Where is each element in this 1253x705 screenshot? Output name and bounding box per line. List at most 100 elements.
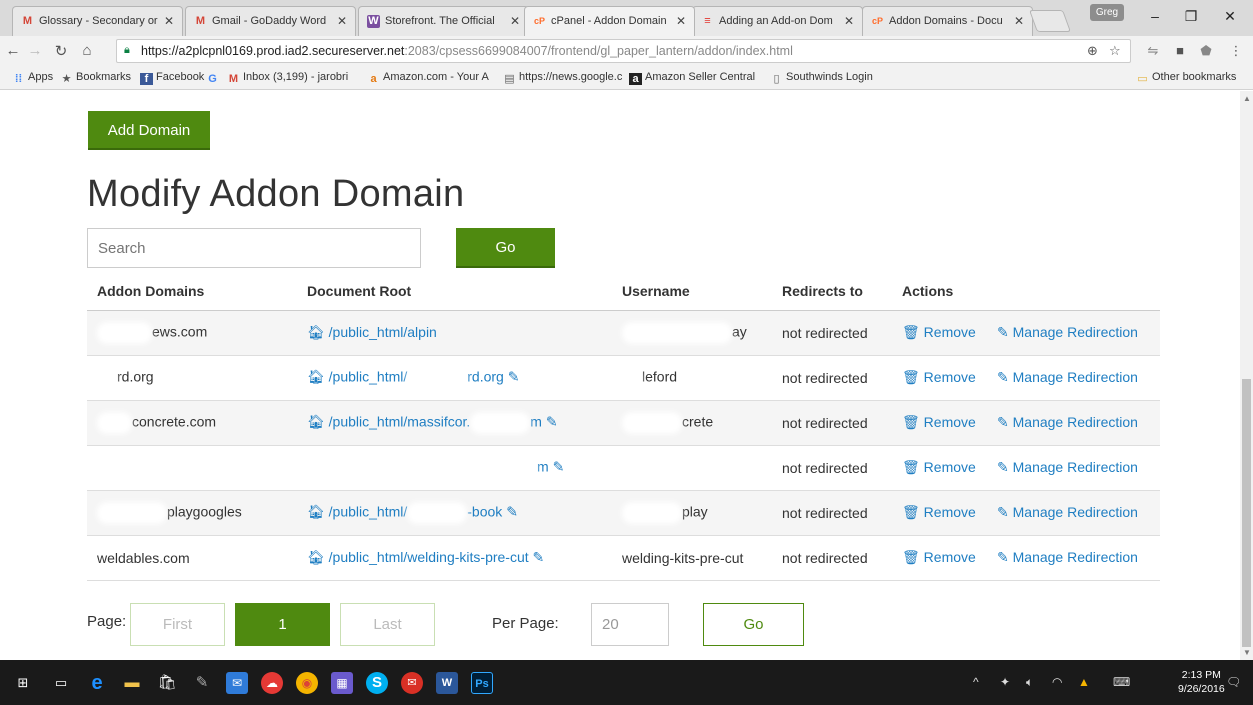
google-drive-icon[interactable]: ▲ — [1078, 675, 1090, 689]
manage-redirection-link[interactable]: Manage Redirection — [1013, 369, 1138, 385]
edit-pencil-icon[interactable]: ✎ — [553, 458, 565, 474]
system-clock[interactable]: 2:13 PM 9/26/2016 — [1178, 668, 1225, 696]
pager-go-button[interactable]: Go — [703, 603, 804, 646]
manage-redirection-link[interactable]: Manage Redirection — [1013, 459, 1138, 475]
edit-pencil-icon[interactable]: ✎ — [546, 413, 558, 429]
app-grid-icon[interactable]: ▦ — [331, 672, 353, 694]
task-view-icon[interactable]: ▭ — [50, 672, 72, 694]
mail-client-icon[interactable]: ✉ — [401, 672, 423, 694]
document-root-cell[interactable]: 🏠︎ /public_html/ -book ✎ — [297, 490, 612, 536]
per-page-input[interactable] — [591, 603, 669, 646]
bookmark-star-icon[interactable]: ☆ — [1109, 43, 1121, 59]
browser-tab[interactable]: ≡ Adding an Add-on Dom ✕ — [692, 6, 863, 36]
skype-icon[interactable]: S — [366, 672, 388, 694]
remove-link[interactable]: Remove — [924, 459, 976, 475]
remove-action[interactable]: 🗑︎ Remove — [892, 445, 987, 491]
scroll-thumb[interactable] — [1242, 379, 1251, 647]
remove-action[interactable]: 🗑︎ Remove — [892, 400, 987, 446]
scroll-up-icon[interactable]: ▲ — [1243, 94, 1251, 103]
zoom-icon[interactable]: ⊕ — [1087, 43, 1098, 59]
remove-action[interactable]: 🗑︎ Remove — [892, 535, 987, 581]
remove-action[interactable]: 🗑︎ Remove — [892, 355, 987, 401]
edit-pencil-icon[interactable]: ✎ — [508, 368, 520, 384]
column-header[interactable]: Username — [612, 272, 772, 311]
document-root-tail[interactable]: m — [537, 458, 549, 474]
document-root-link[interactable]: /public_html/alpin — [329, 324, 437, 340]
store-icon[interactable]: 🛍︎ — [156, 672, 178, 694]
mail-app-icon[interactable]: ✉ — [226, 672, 248, 694]
tray-chevron-icon[interactable]: ^ — [973, 675, 979, 689]
document-root-tail[interactable]: rd.org — [467, 368, 504, 384]
remove-action[interactable]: 🗑︎ Remove — [892, 490, 987, 536]
close-icon[interactable]: ✕ — [676, 14, 686, 28]
close-icon[interactable]: ✕ — [510, 14, 520, 28]
restore-icon[interactable]: ❐ — [1181, 8, 1201, 25]
first-page-button[interactable]: First — [130, 603, 225, 646]
minimize-icon[interactable]: – — [1145, 8, 1165, 24]
remove-link[interactable]: Remove — [924, 369, 976, 385]
manage-redirection-action[interactable]: ✎ Manage Redirection — [987, 535, 1160, 581]
document-root-cell[interactable]: 🏠︎ /public_html/welding-kits-pre-cut ✎ — [297, 535, 612, 581]
home-icon[interactable]: ⌂ — [78, 42, 96, 59]
search-input[interactable] — [87, 228, 421, 268]
close-icon[interactable]: ✕ — [1014, 14, 1024, 28]
bookmark-inbox[interactable]: M Inbox (3,199) - jarobri — [227, 71, 348, 85]
edit-pencil-icon[interactable]: ✎ — [506, 503, 518, 519]
wifi-icon[interactable]: ◠ — [1052, 675, 1062, 689]
remove-link[interactable]: Remove — [924, 504, 976, 520]
manage-redirection-action[interactable]: ✎ Manage Redirection — [987, 490, 1160, 536]
browser-tab-active[interactable]: cP cPanel - Addon Domain ✕ — [524, 6, 695, 36]
remove-action[interactable]: 🗑︎ Remove — [892, 310, 987, 356]
document-root-link[interactable]: /public_html/massifcor. — [329, 413, 471, 429]
chrome-icon[interactable]: ◉ — [296, 672, 318, 694]
current-page-button[interactable]: 1 — [235, 603, 330, 646]
document-root-tail[interactable]: -book — [467, 503, 502, 519]
notifications-icon[interactable]: 🗨︎ — [1226, 675, 1241, 689]
new-tab-button[interactable] — [1028, 10, 1072, 32]
document-root-cell[interactable]: 🏠︎ /public_html/massifcor. m ✎ — [297, 400, 612, 446]
manage-redirection-link[interactable]: Manage Redirection — [1013, 414, 1138, 430]
bookmark-apps[interactable]: ⁞⁞ Apps — [12, 71, 53, 85]
column-header[interactable]: Addon Domains — [87, 272, 297, 311]
last-page-button[interactable]: Last — [340, 603, 435, 646]
document-root-link[interactable]: /public_html/ — [329, 503, 408, 519]
pen-icon[interactable]: ✎ — [191, 672, 213, 694]
dropbox-tray-icon[interactable]: ✦ — [1000, 675, 1010, 689]
browser-tab[interactable]: cP Addon Domains - Docu ✕ — [862, 6, 1033, 36]
windows-start-icon[interactable]: ⊞ — [12, 672, 34, 694]
document-root-cell[interactable]: m ✎ — [297, 445, 612, 491]
scroll-down-icon[interactable]: ▼ — [1243, 648, 1251, 657]
bookmark-google[interactable]: G — [206, 71, 222, 85]
reload-icon[interactable]: ↻ — [52, 42, 70, 60]
bookmark-news[interactable]: ▤ https://news.google.c — [503, 71, 622, 85]
file-explorer-icon[interactable]: ▬ — [121, 672, 143, 694]
keyboard-icon[interactable]: ⌨ — [1113, 675, 1130, 689]
column-header[interactable]: Document Root — [297, 272, 612, 311]
browser-tab[interactable]: M Gmail - GoDaddy Word ✕ — [185, 6, 356, 36]
browser-tab[interactable]: W Storefront. The Official ✕ — [358, 6, 529, 36]
bookmark-bookmarks[interactable]: ★ Bookmarks — [60, 71, 131, 85]
bookmark-southwinds[interactable]: ▯ Southwinds Login — [770, 71, 872, 85]
extension-icon[interactable]: ⇋ — [1145, 43, 1161, 59]
close-icon[interactable]: ✕ — [164, 14, 174, 28]
edit-pencil-icon[interactable]: ✎ — [533, 549, 545, 565]
extension-icon[interactable]: ■ — [1172, 43, 1188, 58]
profile-button[interactable]: Greg — [1090, 4, 1124, 21]
remove-link[interactable]: Remove — [924, 414, 976, 430]
edge-icon[interactable]: e — [86, 672, 108, 694]
back-icon[interactable]: ← — [4, 42, 22, 59]
manage-redirection-link[interactable]: Manage Redirection — [1013, 504, 1138, 520]
add-domain-button[interactable]: Add Domain — [88, 111, 210, 150]
word-icon[interactable]: W — [436, 672, 458, 694]
bookmark-facebook[interactable]: f Facebook — [140, 71, 204, 85]
other-bookmarks[interactable]: ▭ Other bookmarks — [1136, 71, 1236, 85]
manage-redirection-link[interactable]: Manage Redirection — [1013, 324, 1138, 340]
document-root-link[interactable]: /public_html/welding-kits-pre-cut — [329, 549, 529, 565]
window-close-icon[interactable]: ✕ — [1220, 8, 1240, 25]
url-field[interactable]: 🔒︎ https://a2plcpnl0169.prod.iad2.secure… — [116, 39, 1131, 63]
menu-icon[interactable]: ⋮ — [1228, 43, 1244, 59]
document-root-cell[interactable]: 🏠︎ /public_html/alpin — [297, 310, 612, 356]
volume-icon[interactable]: 🔈︎ — [1026, 675, 1033, 690]
manage-redirection-action[interactable]: ✎ Manage Redirection — [987, 310, 1160, 356]
creative-cloud-icon[interactable]: ☁ — [261, 672, 283, 694]
